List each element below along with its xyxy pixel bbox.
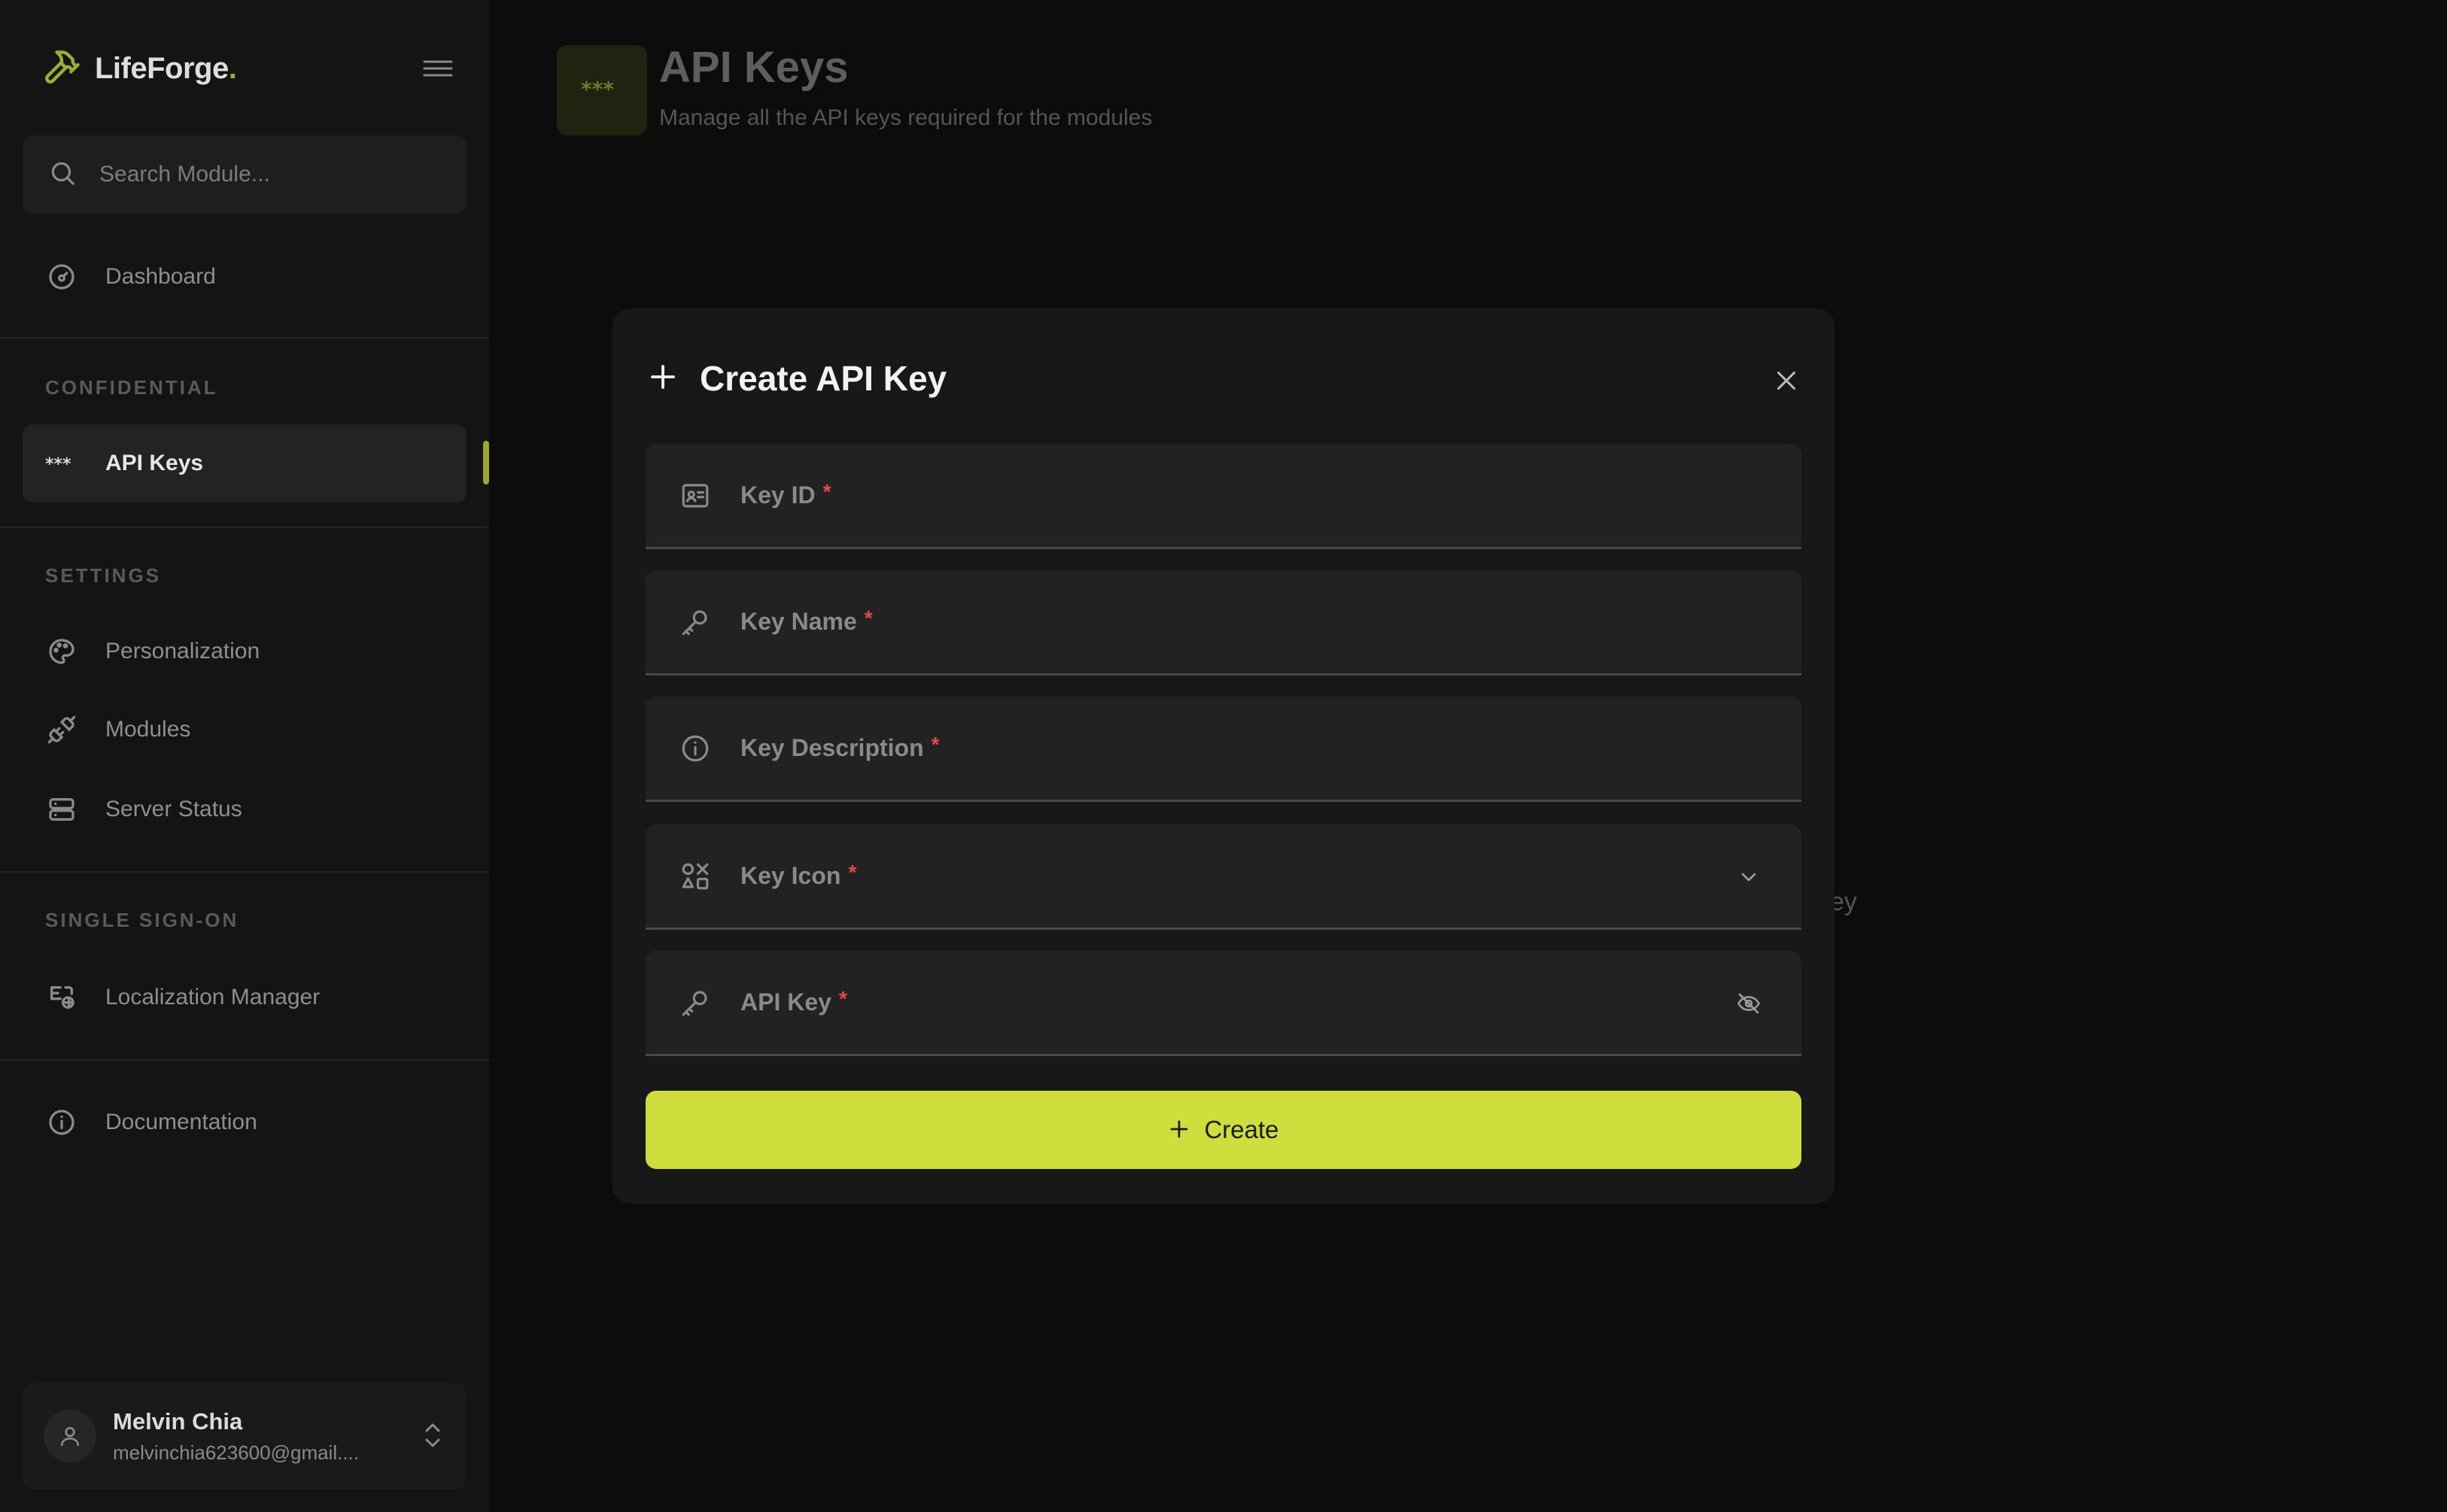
asterisks-icon: ***	[579, 77, 625, 102]
key-id-label: Key ID *	[740, 480, 831, 509]
user-card[interactable]: Melvin Chia melvinchia623600@gmail....	[23, 1383, 467, 1489]
avatar	[44, 1410, 96, 1462]
id-card-icon	[679, 479, 712, 512]
page-subtitle: Manage all the API keys required for the…	[659, 105, 1153, 130]
sidebar-item-server-status[interactable]: Server Status	[23, 770, 467, 849]
divider	[0, 871, 489, 873]
divider	[0, 337, 489, 339]
info-icon	[679, 732, 712, 765]
divider	[0, 1059, 489, 1061]
sidebar-item-label: Modules	[105, 717, 191, 742]
hammer-logo-icon	[42, 47, 81, 90]
create-api-key-modal: Create API Key Key ID * Key Name * Key Des…	[613, 308, 1834, 1204]
create-button-label: Create	[1204, 1116, 1279, 1143]
chevron-down-icon[interactable]	[1732, 861, 1765, 894]
info-icon	[45, 1106, 78, 1139]
user-email: melvinchia623600@gmail....	[113, 1441, 360, 1464]
user-name: Melvin Chia	[113, 1407, 243, 1435]
dashboard-icon	[45, 260, 78, 293]
modal-title: Create API Key	[700, 359, 947, 398]
sidebar-item-api-keys[interactable]: *** API Keys	[23, 424, 467, 502]
sidebar-item-label: Documentation	[105, 1110, 257, 1134]
plus-icon	[1168, 1118, 1190, 1143]
search-icon	[48, 159, 77, 191]
brand-name: LifeForge.	[95, 51, 237, 85]
svg-text:***: ***	[581, 80, 614, 98]
sidebar-item-label: Localization Manager	[105, 985, 321, 1010]
sidebar-item-localization-manager[interactable]: Localization Manager	[23, 958, 467, 1037]
active-indicator	[483, 441, 489, 484]
brand[interactable]: LifeForge.	[42, 47, 237, 90]
chevron-up-down-icon[interactable]	[421, 1419, 444, 1452]
close-icon[interactable]	[1767, 361, 1806, 400]
search-input[interactable]	[99, 162, 445, 187]
page-icon: ***	[557, 45, 647, 135]
section-title-settings: SETTINGS	[45, 564, 162, 587]
sidebar-item-label: Personalization	[105, 639, 260, 663]
key-icon	[679, 606, 712, 639]
shapes-icon	[679, 860, 712, 893]
key-name-field[interactable]: Key Name *	[646, 570, 1801, 676]
palette-icon	[45, 635, 78, 668]
plus-icon	[647, 361, 679, 396]
page-title: API Keys	[659, 43, 849, 92]
create-button[interactable]: Create	[646, 1091, 1801, 1169]
sidebar: LifeForge. Dashboard CONFIDENTIAL *** AP…	[0, 0, 489, 1512]
modal-header: Create API Key	[647, 358, 947, 399]
key-icon	[679, 986, 712, 1019]
sidebar-item-modules[interactable]: Modules	[23, 691, 467, 769]
user-icon	[61, 1427, 79, 1447]
server-icon	[45, 793, 78, 826]
plug-icon	[45, 713, 78, 746]
section-title-confidential: CONFIDENTIAL	[45, 376, 218, 399]
asterisks-icon: ***	[45, 447, 78, 480]
api-key-field[interactable]: API Key *	[646, 951, 1801, 1056]
divider	[0, 527, 489, 528]
sidebar-item-label: Dashboard	[105, 264, 216, 289]
key-description-label: Key Description *	[740, 733, 940, 761]
section-title-sso: SINGLE SIGN-ON	[45, 909, 239, 931]
sidebar-item-label: API Keys	[105, 451, 204, 475]
sidebar-item-label: Server Status	[105, 797, 242, 821]
api-key-label: API Key *	[740, 987, 847, 1016]
key-icon-select[interactable]: Key Icon *	[646, 824, 1801, 930]
svg-text:***: ***	[45, 456, 71, 471]
sidebar-item-documentation[interactable]: Documentation	[23, 1083, 467, 1161]
key-description-field[interactable]: Key Description *	[646, 697, 1801, 802]
search-box[interactable]	[23, 135, 467, 214]
key-id-field[interactable]: Key ID *	[646, 444, 1801, 549]
eye-off-icon[interactable]	[1732, 987, 1765, 1020]
key-name-label: Key Name *	[740, 606, 873, 635]
key-icon-label: Key Icon *	[740, 861, 857, 889]
sidebar-item-personalization[interactable]: Personalization	[23, 612, 467, 691]
menu-toggle-icon[interactable]	[421, 56, 454, 81]
sidebar-item-dashboard[interactable]: Dashboard	[23, 238, 467, 316]
language-icon	[45, 981, 78, 1014]
